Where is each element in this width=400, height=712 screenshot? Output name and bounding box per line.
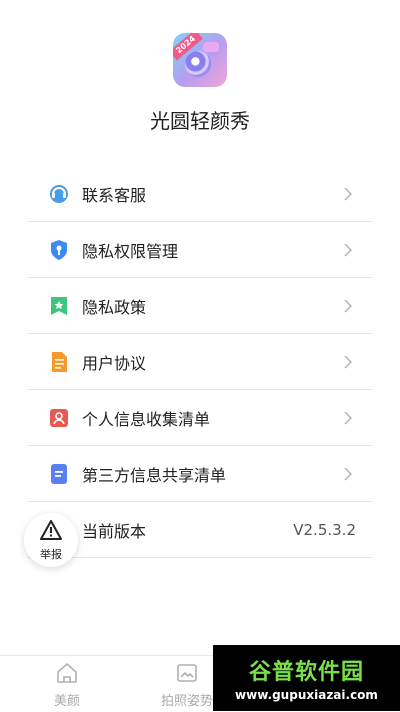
image-icon (176, 662, 198, 688)
chevron-right-icon (338, 296, 358, 316)
settings-menu: 联系客服 隐私权限管理 隐私政策 用户协议 个人信息收集清单 第三方信息共享清单 (28, 166, 372, 558)
menu-item-user-agreement[interactable]: 用户协议 (28, 334, 372, 390)
chevron-right-icon (338, 352, 358, 372)
app-name: 光圆轻颜秀 (150, 109, 250, 133)
menu-item-label: 当前版本 (82, 521, 147, 541)
chevron-right-icon (338, 408, 358, 428)
person-card-icon (48, 407, 70, 429)
menu-item-current-version: 当前版本 V2.5.3.2 (28, 502, 372, 558)
menu-item-personal-info-list[interactable]: 个人信息收集清单 (28, 390, 372, 446)
menu-item-label: 个人信息收集清单 (82, 409, 211, 429)
tab-label: 美颜 (53, 694, 80, 709)
customer-service-icon (48, 183, 70, 205)
document-icon (48, 351, 70, 373)
home-icon (54, 662, 80, 688)
app-logo: 2024 (173, 33, 227, 87)
shield-key-icon (48, 239, 70, 261)
menu-item-customer-service[interactable]: 联系客服 (28, 166, 372, 222)
menu-item-label: 隐私政策 (82, 297, 147, 317)
version-value: V2.5.3.2 (293, 520, 356, 539)
report-label: 举报 (40, 547, 62, 561)
menu-item-privacy-policy[interactable]: 隐私政策 (28, 278, 372, 334)
logo-flash (203, 42, 219, 52)
warning-icon (39, 519, 63, 545)
bookmark-star-icon (48, 295, 70, 317)
list-doc-icon (48, 463, 70, 485)
menu-item-label: 隐私权限管理 (82, 241, 179, 261)
menu-item-label: 用户协议 (82, 353, 147, 373)
watermark-url: www.gupuxiazai.com (235, 688, 378, 702)
menu-item-label: 联系客服 (82, 185, 147, 205)
menu-item-label: 第三方信息共享清单 (82, 465, 227, 485)
tab-beauty[interactable]: 美颜 (27, 662, 107, 709)
watermark-title: 谷普软件园 (248, 660, 364, 685)
site-watermark: 谷普软件园 www.gupuxiazai.com (213, 645, 400, 711)
tab-label: 拍照姿势 (160, 694, 213, 709)
logo-lens (185, 51, 211, 77)
menu-item-privacy-permissions[interactable]: 隐私权限管理 (28, 222, 372, 278)
report-button[interactable]: 举报 (24, 513, 78, 567)
chevron-right-icon (338, 464, 358, 484)
chevron-right-icon (338, 184, 358, 204)
chevron-right-icon (338, 240, 358, 260)
menu-item-third-party-sharing[interactable]: 第三方信息共享清单 (28, 446, 372, 502)
